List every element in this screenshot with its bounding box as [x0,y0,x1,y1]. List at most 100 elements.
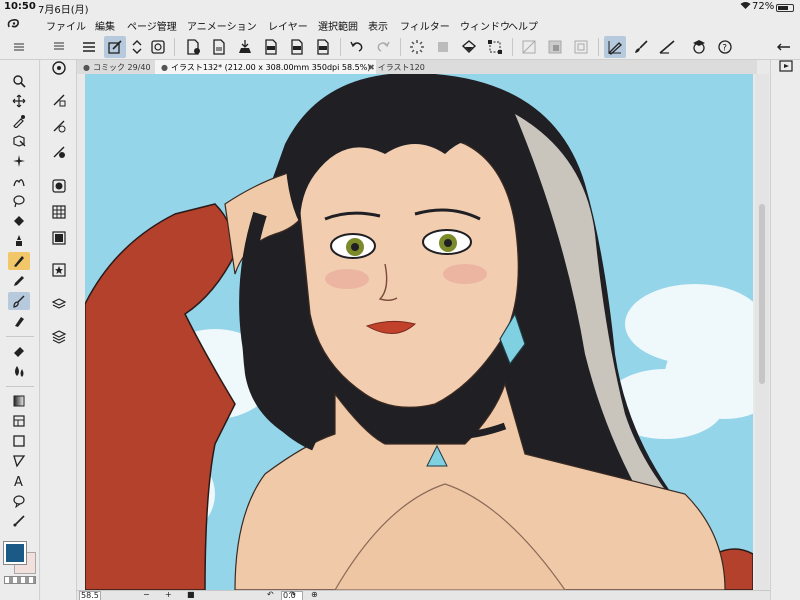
brush-tool-icon[interactable] [8,292,30,310]
ink-icon[interactable] [8,232,30,250]
palette-menu-icon[interactable] [8,38,30,56]
layer-property-icon[interactable] [48,294,70,314]
menu-page[interactable]: ページ管理 [127,18,177,33]
invert-icon[interactable] [544,36,566,58]
spinner-icon[interactable] [126,36,148,58]
tab-illust132[interactable]: ● イラスト132* (212.00 x 308.00mm 350dpi 58.5… [155,60,377,74]
clear-icon[interactable] [432,36,454,58]
brush-icon[interactable] [630,36,652,58]
loading-icon[interactable] [406,36,428,58]
balloon-icon[interactable] [8,492,30,510]
color-wheel-icon[interactable] [48,176,70,196]
correct-line-icon[interactable] [8,512,30,530]
fill-bucket-icon[interactable] [8,212,30,230]
hamburger-icon[interactable] [78,36,100,58]
redo-icon[interactable] [372,36,394,58]
menu-animation[interactable]: アニメーション [187,18,257,33]
main-color-swatch[interactable] [3,541,27,565]
jpg-icon[interactable] [260,36,282,58]
tab-label: イラスト132* (212.00 x 308.00mm 350dpi 58.5%… [170,63,371,72]
drawing-canvas[interactable] [85,74,753,590]
zoom-icon[interactable] [8,72,30,90]
menu-filter[interactable]: フィルター [400,18,450,33]
canvas-icon[interactable] [147,36,169,58]
vertical-scrollbar[interactable] [755,74,769,590]
wifi-icon [740,1,751,13]
text-icon[interactable]: A [8,472,30,490]
panel-toggle-icon[interactable] [772,36,796,58]
tool-property-icon[interactable] [48,116,70,136]
save-icon[interactable] [208,36,230,58]
rotate-right-icon[interactable]: ↷ [289,590,296,599]
transform-selection-icon[interactable] [484,36,506,58]
move-icon[interactable] [8,92,30,110]
strip-menu-icon[interactable] [48,36,70,56]
pen-mode-icon[interactable] [604,36,626,58]
tab-label: イラスト120 [377,63,425,72]
color-set-icon[interactable] [48,202,70,222]
navigator-icon[interactable] [48,58,70,78]
material-icon[interactable] [48,260,70,280]
menu-edit[interactable]: 編集 [95,18,115,33]
select-all-icon[interactable] [570,36,592,58]
layers-icon[interactable] [48,326,70,346]
brush-size-icon[interactable] [48,142,70,162]
timeline-icon[interactable] [775,56,797,76]
subtool-detail-icon[interactable] [48,90,70,110]
export-icon[interactable] [234,36,256,58]
svg-text:A: A [14,475,23,488]
assist-icon[interactable] [688,36,710,58]
unselect-icon[interactable] [518,36,540,58]
reset-icon[interactable]: ⊕ [311,590,318,599]
line-icon[interactable] [656,36,678,58]
marquee-icon[interactable] [8,172,30,190]
auto-select-icon[interactable] [8,152,30,170]
lasso-icon[interactable] [8,192,30,210]
menu-view[interactable]: 表示 [368,18,388,33]
pencil-icon[interactable] [8,272,30,290]
menu-selection[interactable]: 選択範囲 [318,18,358,33]
app-window: 10:50 7月6日(月) 72% ファイル 編集 ページ管理 アニメーション … [0,0,800,600]
eyedropper-icon[interactable] [8,112,30,130]
menu-bar: ファイル 編集 ページ管理 アニメーション レイヤー 選択範囲 表示 フィルター… [0,16,800,34]
blend-icon[interactable] [8,362,30,380]
tab-label: コミック 29/40 [92,63,151,72]
ruler-icon[interactable] [8,452,30,470]
psd-icon[interactable] [312,36,334,58]
scroll-thumb[interactable] [759,204,765,384]
airbrush-icon[interactable] [8,312,30,330]
transform-icon[interactable] [104,36,126,58]
help-icon[interactable]: ? [714,36,736,58]
shape-icon[interactable] [8,432,30,450]
menu-window[interactable]: ウィンドウ [460,18,510,33]
status-footer: 58.5 − + ■ 0.0 ↶ ↷ ⊕ [77,590,770,600]
frame-icon[interactable] [8,412,30,430]
transparent-color-swatch[interactable] [4,576,36,584]
menu-layer[interactable]: レイヤー [268,18,308,33]
illustration [85,74,753,590]
fit-icon[interactable]: ■ [187,590,195,599]
eraser-icon[interactable] [8,342,30,360]
command-bar: ? [0,34,800,60]
fill-icon[interactable] [458,36,480,58]
zoom-in-icon[interactable]: + [165,590,172,599]
png-icon[interactable] [286,36,308,58]
rotate-left-icon[interactable]: ↶ [267,590,274,599]
undo-icon[interactable] [346,36,368,58]
document-tabs: ● コミック 29/40 ● イラスト132* (212.00 x 308.00mm… [77,60,757,74]
tab-close-icon[interactable]: ✖ [368,63,375,72]
app-logo-icon[interactable] [6,17,22,31]
object-icon[interactable] [8,132,30,150]
battery-icon [776,4,794,12]
tab-dot-icon: ● [83,63,90,72]
tab-illust120[interactable]: ✖ イラスト120 [362,60,431,74]
tab-comic[interactable]: ● コミック 29/40 [77,60,157,74]
intermediate-color-icon[interactable] [48,228,70,248]
menu-help[interactable]: ヘルプ [508,18,538,33]
gradient-icon[interactable] [8,392,30,410]
zoom-field[interactable]: 58.5 [79,591,101,600]
menu-file[interactable]: ファイル [46,18,86,33]
new-file-icon[interactable] [182,36,204,58]
pen-icon[interactable] [8,252,30,270]
zoom-out-icon[interactable]: − [143,590,150,599]
